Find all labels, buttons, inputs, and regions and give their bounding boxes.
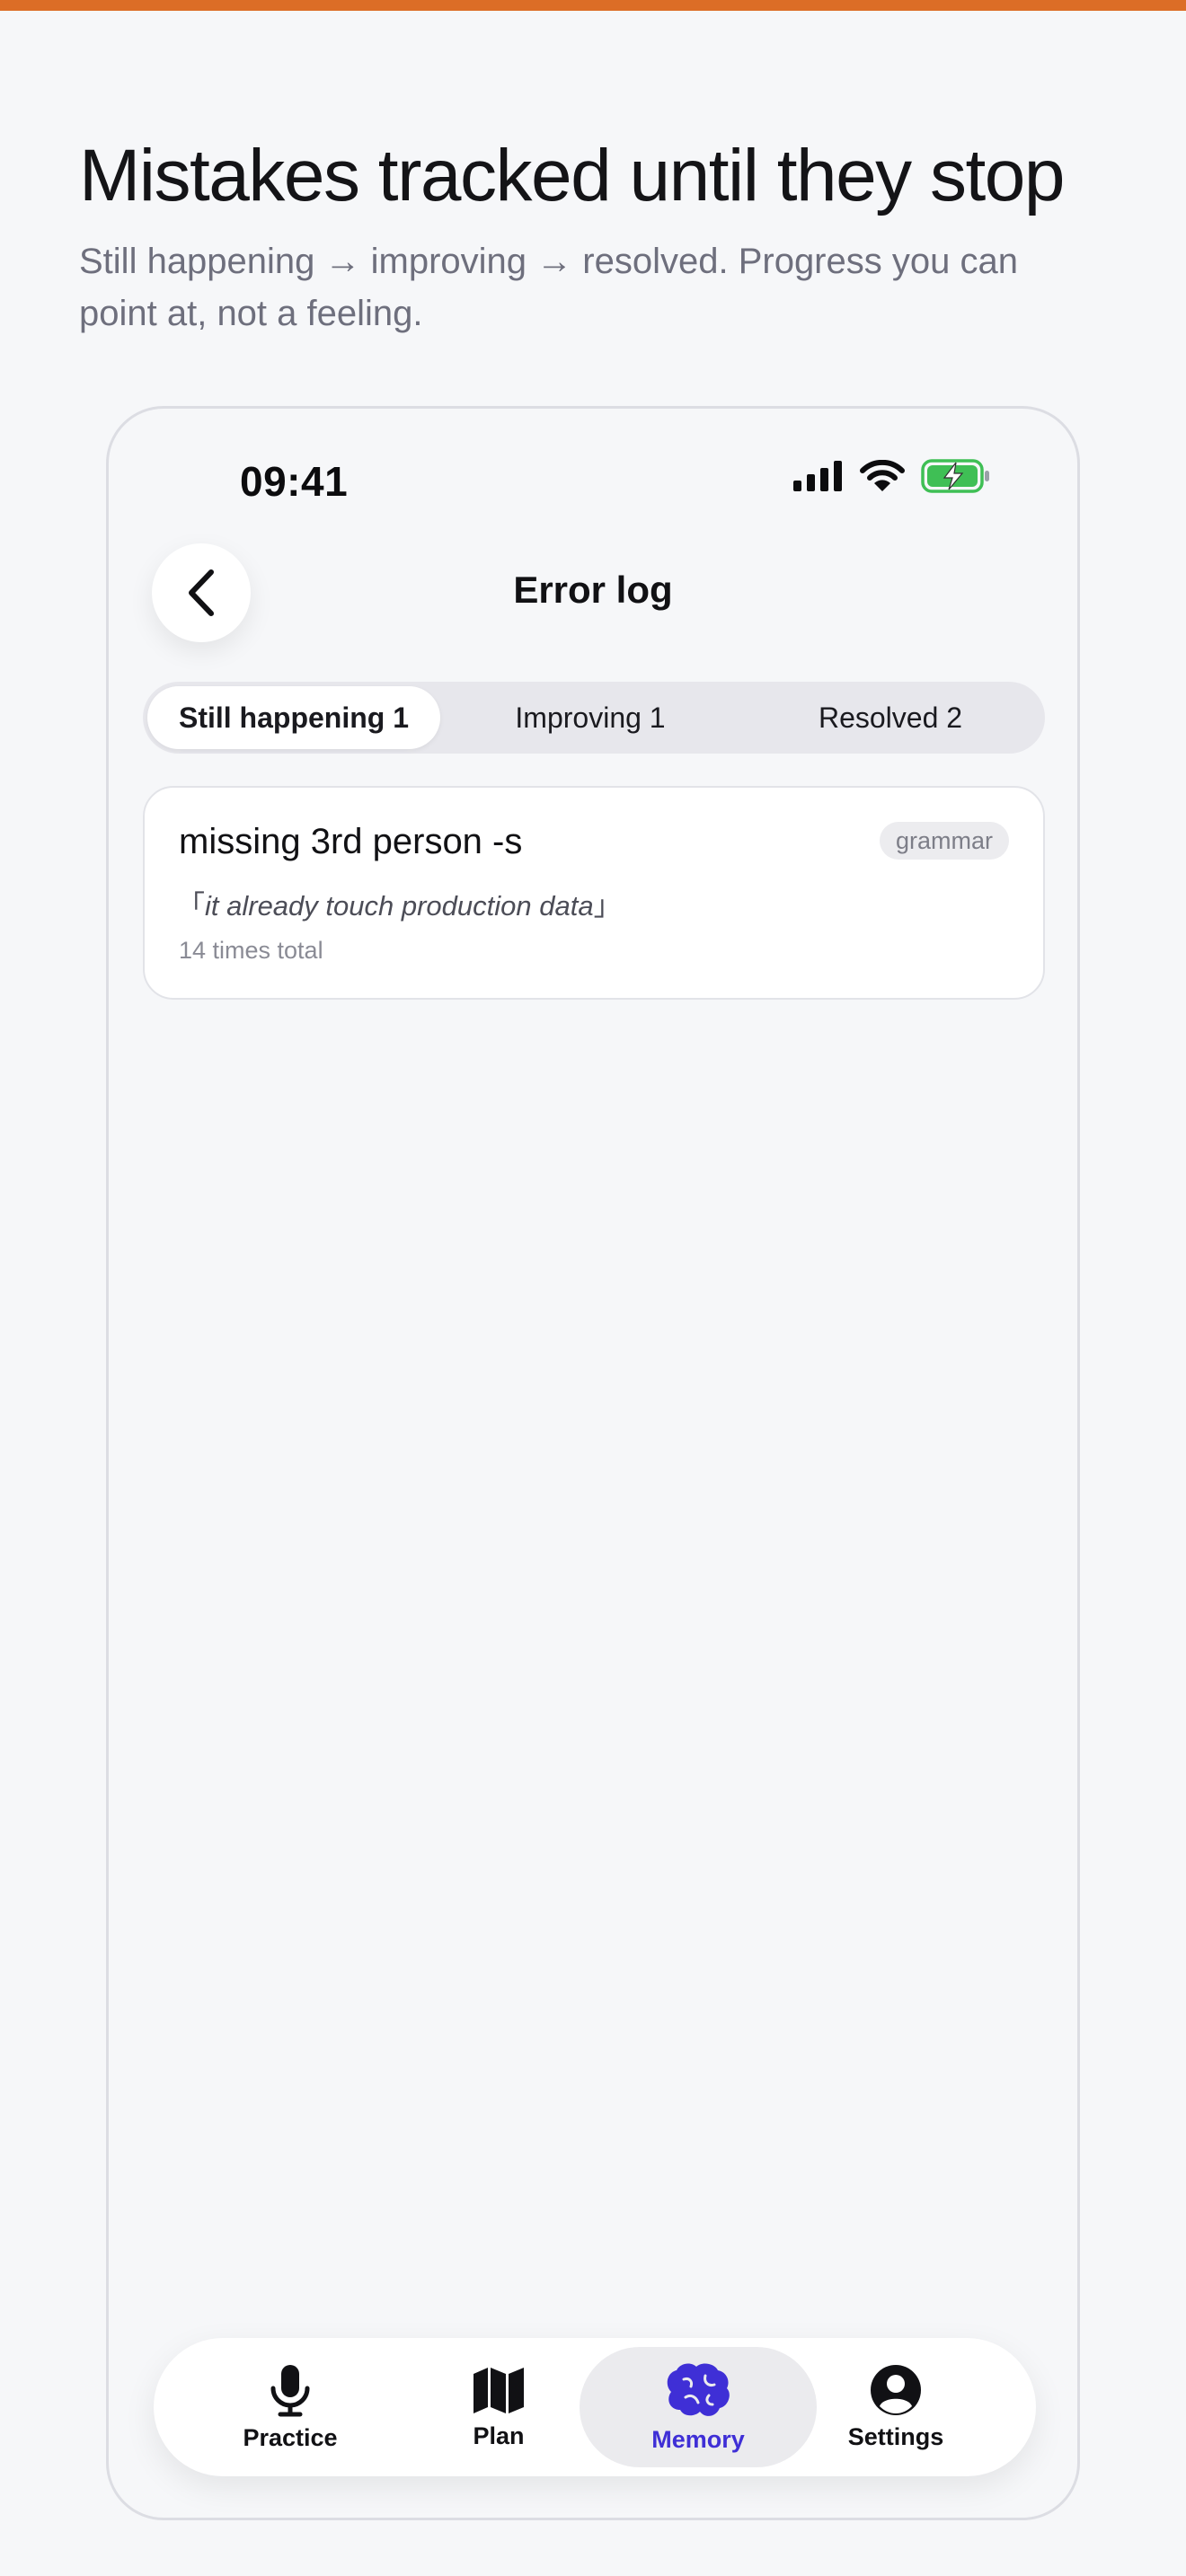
status-icons xyxy=(793,459,991,493)
quote-open-mark: 「 xyxy=(177,890,205,922)
tab-settings-label: Settings xyxy=(847,2422,944,2450)
segment-resolved[interactable]: Resolved 2 xyxy=(740,686,1040,749)
page-headline: Mistakes tracked until they stop xyxy=(79,135,1065,216)
quote-close-mark: 」 xyxy=(593,890,622,922)
segment-still-happening[interactable]: Still happening 1 xyxy=(147,686,440,749)
tab-settings[interactable]: Settings xyxy=(777,2347,1014,2467)
segment-improving[interactable]: Improving 1 xyxy=(440,686,740,749)
microphone-icon xyxy=(270,2364,310,2416)
wifi-icon xyxy=(860,460,905,491)
screen-title: Error log xyxy=(513,569,673,611)
battery-charging-icon xyxy=(921,459,989,493)
person-circle-icon xyxy=(871,2364,921,2415)
map-icon xyxy=(474,2367,524,2413)
tab-plan-label: Plan xyxy=(473,2422,525,2449)
error-count: 14 times total xyxy=(179,937,323,964)
status-time: 09:41 xyxy=(240,458,349,505)
tab-memory-label: Memory xyxy=(651,2425,745,2453)
bottom-tab-bar: Practice Plan Memory Settings xyxy=(154,2338,1036,2476)
error-example-quote: 「it already touch production data」 xyxy=(177,883,622,923)
tab-practice-label: Practice xyxy=(243,2423,338,2451)
cellular-signal-icon xyxy=(793,461,842,491)
brain-icon xyxy=(667,2363,730,2416)
error-category-badge: grammar xyxy=(879,822,1009,860)
phone-frame: 09:41 Error log Still happening 1 Improv… xyxy=(106,406,1080,2520)
error-card[interactable]: missing 3rd person -s grammar 「it alread… xyxy=(143,786,1045,1000)
error-title: missing 3rd person -s xyxy=(179,822,523,861)
top-accent-bar xyxy=(0,0,1186,11)
tab-practice[interactable]: Practice xyxy=(172,2347,409,2467)
status-segmented-control: Still happening 1 Improving 1 Resolved 2 xyxy=(143,682,1045,754)
error-example-text: it already touch production data xyxy=(205,890,594,922)
page-subline: Still happening → improving → resolved. … xyxy=(79,242,1018,333)
